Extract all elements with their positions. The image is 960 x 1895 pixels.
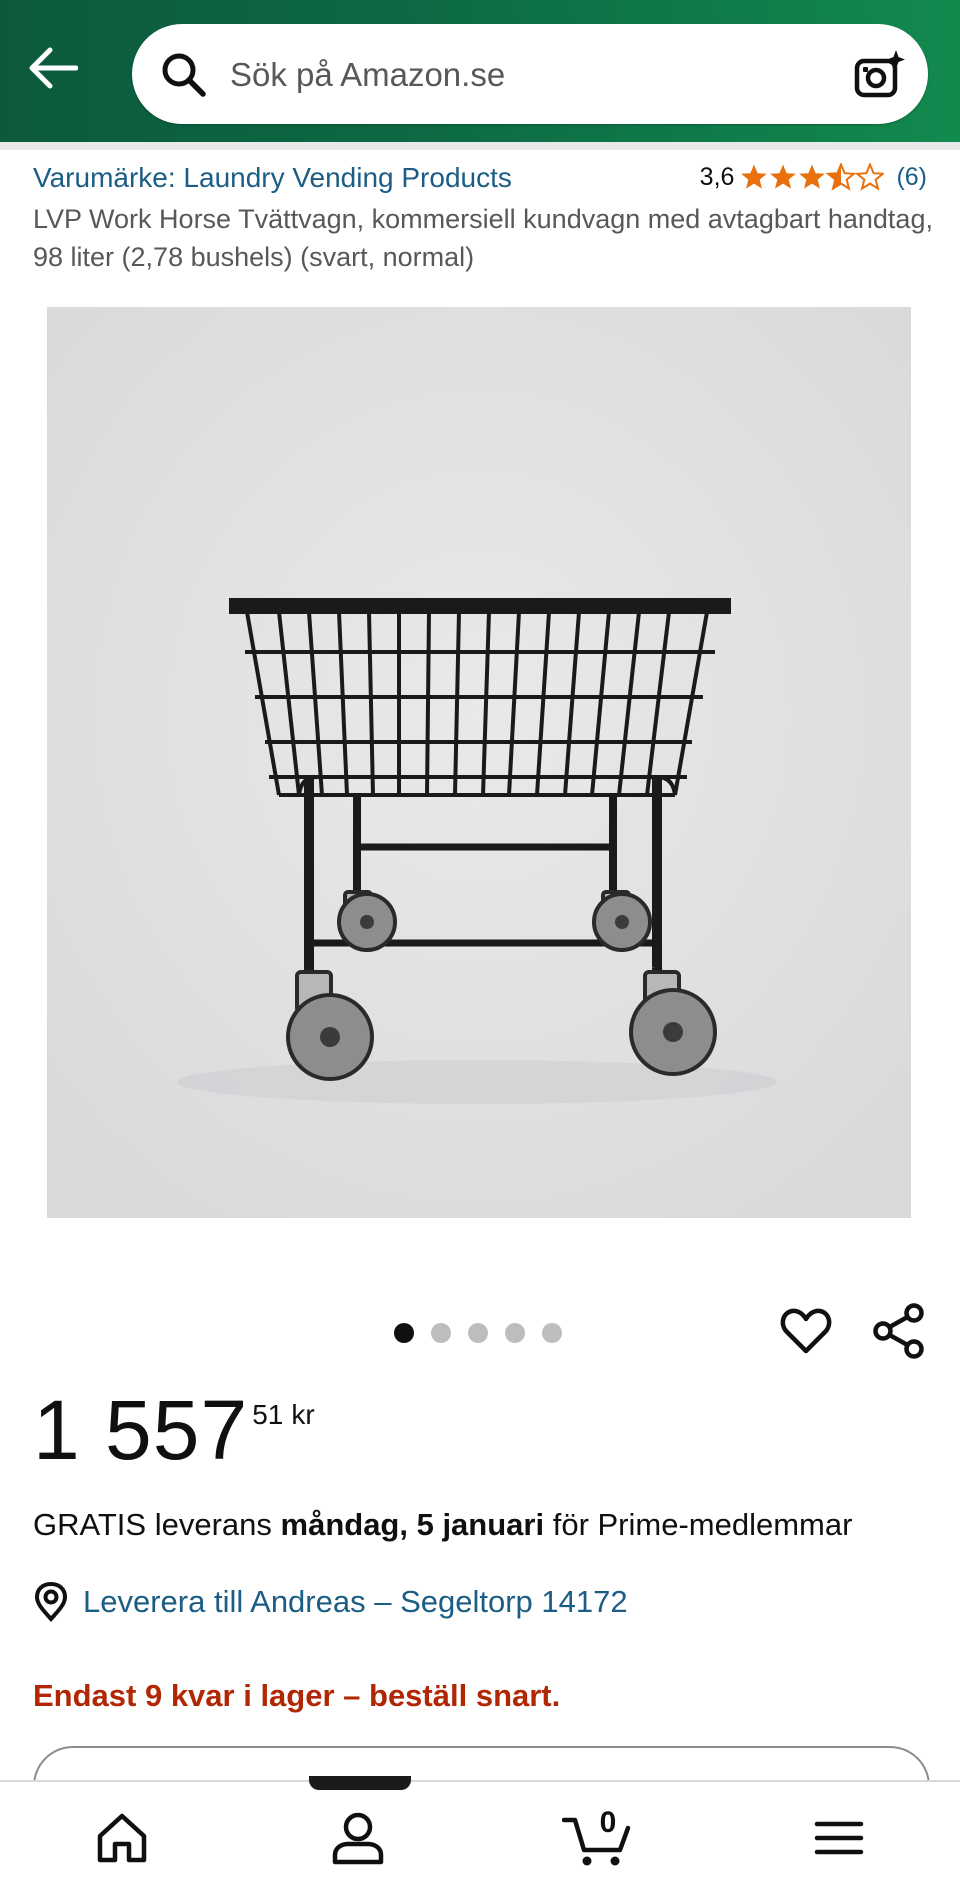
price: 1 557 51 kr xyxy=(33,1385,315,1475)
heart-icon[interactable] xyxy=(780,1305,832,1357)
carousel-dot[interactable] xyxy=(468,1323,488,1343)
deliver-to-address[interactable]: Leverera till Andreas – Segeltorp 14172 xyxy=(83,1584,628,1620)
share-icon[interactable] xyxy=(872,1303,926,1359)
stock-warning: Endast 9 kvar i lager – beställ snart. xyxy=(33,1678,561,1713)
brand-link[interactable]: Varumärke: Laundry Vending Products xyxy=(33,162,512,194)
carousel-dot[interactable] xyxy=(505,1323,525,1343)
deliver-to-link[interactable]: Leverera till Andreas – Segeltorp 14172 xyxy=(33,1582,628,1622)
price-currency: kr xyxy=(291,1399,315,1430)
product-title: LVP Work Horse Tvättvagn, kommersiell ku… xyxy=(33,204,933,272)
image-carousel-indicator[interactable] xyxy=(394,1323,562,1343)
drag-handle[interactable] xyxy=(309,1776,411,1790)
header-divider xyxy=(0,142,960,150)
price-whole: 1 557 xyxy=(33,1383,249,1477)
search-input[interactable] xyxy=(228,46,792,104)
carousel-dot[interactable] xyxy=(394,1323,414,1343)
account-icon[interactable] xyxy=(330,1810,386,1866)
carousel-dot[interactable] xyxy=(542,1323,562,1343)
search-bar[interactable] xyxy=(132,24,928,124)
menu-icon[interactable] xyxy=(811,1810,867,1866)
product-image[interactable] xyxy=(47,307,911,1218)
rating-count[interactable]: (6) xyxy=(896,163,927,192)
camera-sparkle-icon[interactable] xyxy=(854,50,906,100)
arrow-left-icon[interactable] xyxy=(26,46,78,90)
laundry-cart-image xyxy=(47,307,911,1218)
home-icon[interactable] xyxy=(94,1810,150,1866)
price-fraction: 51 xyxy=(252,1399,284,1430)
search-icon[interactable] xyxy=(160,51,208,99)
delivery-prefix: GRATIS leverans xyxy=(33,1507,272,1542)
carousel-dot[interactable] xyxy=(431,1323,451,1343)
star-rating xyxy=(740,163,885,191)
top-header xyxy=(0,0,960,142)
location-pin-icon xyxy=(34,1582,68,1622)
rating-value: 3,6 xyxy=(699,162,735,191)
cart-count-badge: 0 xyxy=(599,1806,617,1839)
stars-icon xyxy=(741,163,885,190)
rating-summary[interactable]: 3,6 (6) xyxy=(700,160,927,194)
delivery-suffix: för Prime-medlemmar xyxy=(552,1507,853,1542)
delivery-date: måndag, 5 januari xyxy=(280,1507,545,1542)
delivery-info: GRATIS leverans måndag, 5 januari för Pr… xyxy=(33,1507,852,1543)
